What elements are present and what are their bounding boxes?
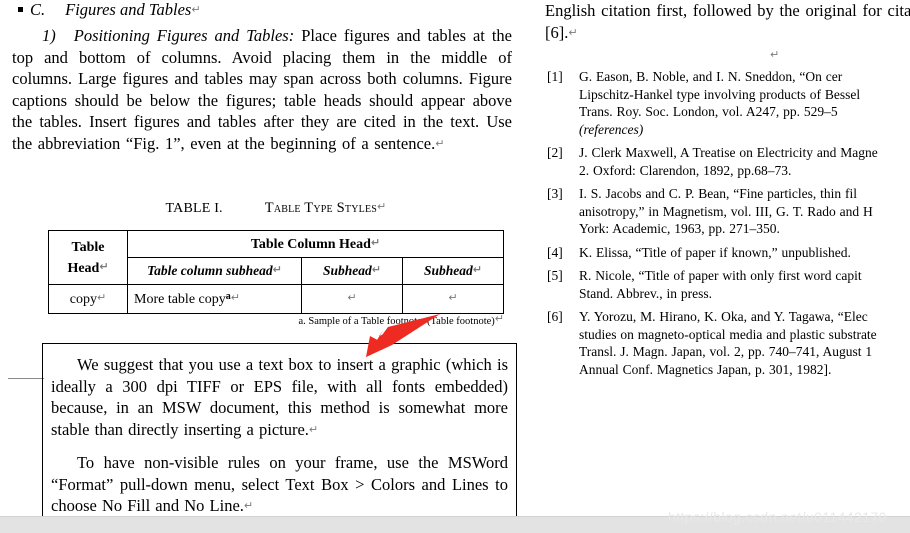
paragraph-mark-icon: ↵ xyxy=(370,235,381,249)
list-item: [4] K. Elissa, “Title of paper if known,… xyxy=(545,244,910,262)
table-footnote: a. Sample of a Table footnote. (Table fo… xyxy=(48,312,504,327)
reference-line: 2. Oxford: Clarendon, 1892, pp.68–73. xyxy=(579,162,792,178)
paragraph-mark-icon: ↵ xyxy=(230,290,240,304)
table-body-row-label-text: copy xyxy=(69,291,97,307)
paragraph-mark-icon: ↵ xyxy=(308,422,319,436)
paragraph-mark-icon: ↵ xyxy=(494,312,504,325)
reference-number: [2] xyxy=(547,145,563,160)
reference-number: [4] xyxy=(547,244,563,260)
right-column-intro-paragraph: English citation first, followed by the … xyxy=(545,0,910,44)
bullet-square-icon xyxy=(18,7,23,12)
table-subhead-cell-3: Subhead↵ xyxy=(402,257,504,285)
table-row: copy↵ More table copya↵ ↵ ↵ xyxy=(48,284,504,314)
textbox-paragraph-1: We suggest that you use a text box to in… xyxy=(51,354,508,440)
list-item: [5] R. Nicole, “Title of paper with only… xyxy=(545,267,910,302)
reference-italic-tail: (references) xyxy=(579,121,644,137)
text-box-frame[interactable]: We suggest that you use a text box to in… xyxy=(42,343,517,519)
paragraph-mark-icon: ↵ xyxy=(568,26,578,39)
paragraph-mark-icon: ↵ xyxy=(99,259,109,273)
table-caption: TABLE I. Table Type Styles↵ xyxy=(48,200,504,217)
reference-number: [3] xyxy=(547,186,563,201)
reference-number: [5] xyxy=(547,268,563,283)
reference-line: K. Elissa, “Title of paper if known,” un… xyxy=(579,244,851,260)
table-title: Table Type Styles xyxy=(264,200,378,216)
table-footnote-text: a. Sample of a Table footnote. (Table fo… xyxy=(298,316,495,327)
subsection-number: 1) xyxy=(42,26,56,45)
frame-margin-rule xyxy=(8,378,44,379)
table-head-cell: Table Head↵ xyxy=(48,230,128,285)
paragraph-mark-icon: ↵ xyxy=(770,48,780,61)
paragraph-mark-icon: ↵ xyxy=(347,290,357,304)
table-body-cell-text: More table copy xyxy=(134,291,226,307)
reference-line: Lipschitz-Hankel type involving products… xyxy=(579,86,861,102)
references-list: [1] G. Eason, B. Noble, and I. N. Sneddo… xyxy=(545,68,910,384)
reference-line: Annual Conf. Magnetics Japan, p. 301, 19… xyxy=(579,361,832,377)
table-subhead-cell-1: Table column subhead↵ xyxy=(127,257,302,285)
reference-line: G. Eason, B. Noble, and I. N. Sneddon, “… xyxy=(579,69,843,84)
paragraph-mark-icon: ↵ xyxy=(371,263,381,276)
textbox-paragraph-1-text: We suggest that you use a text box to in… xyxy=(51,355,508,439)
list-item: [3] I. S. Jacobs and C. P. Bean, “Fine p… xyxy=(545,185,910,238)
paragraph-mark-icon: ↵ xyxy=(272,263,282,276)
right-column-blank-line: ↵ xyxy=(770,48,779,64)
table-body-cell-1: More table copya↵ xyxy=(127,284,302,314)
reference-line: I. S. Jacobs and C. P. Bean, “Fine parti… xyxy=(579,186,857,201)
reference-line: J. Clerk Maxwell, A Treatise on Electric… xyxy=(579,145,878,160)
paragraph-mark-icon: ↵ xyxy=(435,136,445,150)
subsection-runin-title: Positioning Figures and Tables: xyxy=(73,26,295,45)
right-column-intro-text: English citation first, followed by the … xyxy=(545,1,910,42)
document-page: C. Figures and Tables↵ 1) Positioning Figu… xyxy=(0,0,910,533)
reference-line: Trans. Roy. Soc. London, vol. A247, pp. … xyxy=(579,104,838,119)
list-item: [6] Y. Yorozu, M. Hirano, K. Oka, and Y.… xyxy=(545,308,910,378)
reference-line: Stand. Abbrev., in press. xyxy=(579,285,712,301)
reference-line: York: Academic, 1963, pp. 271–350. xyxy=(579,221,780,236)
table-column-head-cell: Table Column Head↵ xyxy=(127,230,504,258)
list-item: [2] J. Clerk Maxwell, A Treatise on Elec… xyxy=(545,144,910,179)
table-column-head-label: Table Column Head xyxy=(250,236,371,252)
reference-line: R. Nicole, “Title of paper with only fir… xyxy=(579,268,862,283)
table-body-row-label: copy↵ xyxy=(48,284,128,314)
list-item: [1] G. Eason, B. Noble, and I. N. Sneddo… xyxy=(545,68,910,138)
paragraph-mark-icon: ↵ xyxy=(243,499,254,512)
table-row: Table Head↵ Table Column Head↵ xyxy=(48,230,504,285)
textbox-paragraph-2: To have non-visible rules on your frame,… xyxy=(51,452,508,517)
table-subhead-label-1: Table column subhead xyxy=(147,263,273,278)
reference-line: Y. Yorozu, M. Hirano, K. Oka, and Y. Tag… xyxy=(579,309,868,324)
paragraph-mark-icon: ↵ xyxy=(448,290,458,304)
section-heading-text: Figures and Tables xyxy=(65,0,192,19)
reference-number: [6] xyxy=(547,309,563,324)
reference-line: anisotropy,” in Magnetism, vol. III, G. … xyxy=(579,203,873,219)
table-body-cell-2: ↵ xyxy=(301,284,403,314)
table-number: TABLE I. xyxy=(165,201,223,216)
reference-line: Transl. J. Magn. Japan, vol. 2, pp. 740–… xyxy=(579,344,873,359)
section-heading-c: C. Figures and Tables↵ xyxy=(18,0,498,20)
paragraph-mark-icon: ↵ xyxy=(472,263,482,276)
textbox-paragraph-2-text: To have non-visible rules on your frame,… xyxy=(51,453,508,515)
table-body-cell-3: ↵ xyxy=(402,284,504,314)
section-heading-label: C. xyxy=(30,0,46,19)
paragraph-mark-icon: ↵ xyxy=(191,3,201,16)
subsection-paragraph: 1) Positioning Figures and Tables: Place … xyxy=(12,25,512,154)
table-type-styles: Table Head↵ Table Column Head↵ Table col… xyxy=(48,230,504,314)
watermark-url: https://blog.csdn.net/u011442170 xyxy=(668,509,887,525)
paragraph-mark-icon: ↵ xyxy=(97,290,107,304)
paragraph-mark-icon: ↵ xyxy=(377,200,387,213)
table-subhead-cell-2: Subhead↵ xyxy=(301,257,403,285)
reference-number: [1] xyxy=(547,69,563,84)
table-subhead-label-3: Subhead xyxy=(424,263,473,278)
table-subhead-label-2: Subhead xyxy=(323,263,372,278)
reference-line: studies on magneto-optical media and pla… xyxy=(579,326,877,342)
